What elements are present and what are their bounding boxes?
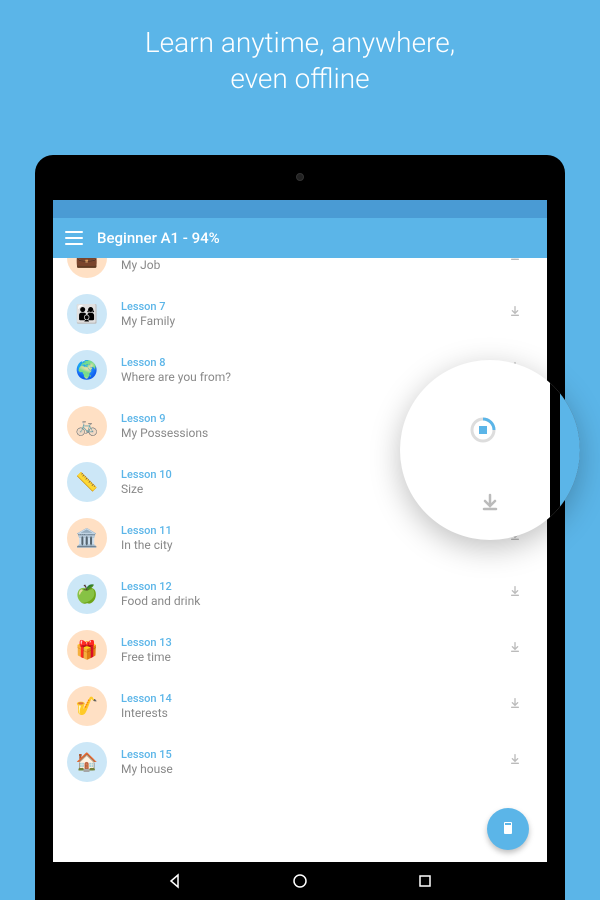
home-button[interactable] <box>290 871 310 891</box>
android-navbar <box>53 862 547 900</box>
recents-button[interactable] <box>415 871 435 891</box>
lesson-title: Interests <box>121 706 507 720</box>
promo-line1: Learn anytime, anywhere, <box>145 26 455 59</box>
lesson-row[interactable]: 🍏 Lesson 12Food and drink <box>53 566 547 622</box>
download-icon <box>478 491 502 515</box>
camera-dot <box>296 173 304 181</box>
lesson-icon: 🎁 <box>67 630 107 670</box>
lesson-label: Lesson 14 <box>121 692 507 705</box>
lesson-title: Food and drink <box>121 594 507 608</box>
lesson-label: Lesson 7 <box>121 300 507 313</box>
lesson-icon: 💼 <box>67 258 107 278</box>
lesson-text: Lesson 15My house <box>121 748 507 776</box>
lesson-icon: 🚲 <box>67 406 107 446</box>
zoom-magnifier <box>400 360 580 540</box>
app-bar: Beginner A1 - 94% <box>53 218 547 258</box>
promo-line2: even offline <box>230 62 369 95</box>
fab-button[interactable] <box>487 808 529 850</box>
lesson-list[interactable]: 💼 Lesson 6My Job 👨‍👩‍👦 Lesson 7My Family 🌍 Le… <box>53 258 547 862</box>
app-bar-title: Beginner A1 - 94% <box>97 229 220 247</box>
zoom-tablet-edge <box>550 360 580 540</box>
device-screen: Beginner A1 - 94% 💼 Lesson 6My Job 👨‍👩‍👦 Le… <box>53 200 547 900</box>
lesson-row[interactable]: 🎷 Lesson 14Interests <box>53 678 547 734</box>
download-button[interactable] <box>507 640 527 660</box>
lesson-text: Lesson 13Free time <box>121 636 507 664</box>
download-button[interactable] <box>507 752 527 772</box>
lesson-row[interactable]: 👨‍👩‍👦 Lesson 7My Family <box>53 286 547 342</box>
lesson-title: My Job <box>121 258 507 272</box>
bookmark-icon <box>500 820 516 838</box>
lesson-icon: 🎷 <box>67 686 107 726</box>
lesson-title: My Family <box>121 314 507 328</box>
download-button[interactable] <box>507 258 527 268</box>
download-button[interactable] <box>507 696 527 716</box>
lesson-icon: 🏠 <box>67 742 107 782</box>
promo-headline: Learn anytime, anywhere, even offline <box>0 0 600 118</box>
lesson-text: Lesson 12Food and drink <box>121 580 507 608</box>
lesson-label: Lesson 12 <box>121 580 507 593</box>
lesson-text: Lesson 14Interests <box>121 692 507 720</box>
back-button[interactable] <box>165 871 185 891</box>
lesson-text: Lesson 7My Family <box>121 300 507 328</box>
lesson-row[interactable]: 💼 Lesson 6My Job <box>53 258 547 286</box>
lesson-title: My house <box>121 762 507 776</box>
lesson-icon: 🌍 <box>67 350 107 390</box>
lesson-icon: 📏 <box>67 462 107 502</box>
download-button[interactable] <box>507 304 527 324</box>
lesson-text: Lesson 6My Job <box>121 258 507 272</box>
download-button[interactable] <box>507 584 527 604</box>
lesson-row[interactable]: 🎁 Lesson 13Free time <box>53 622 547 678</box>
lesson-icon: 🍏 <box>67 574 107 614</box>
lesson-icon: 🏛️ <box>67 518 107 558</box>
lesson-title: Free time <box>121 650 507 664</box>
lesson-label: Lesson 13 <box>121 636 507 649</box>
lesson-row[interactable]: 🏠 Lesson 15My house <box>53 734 547 790</box>
lesson-title: In the city <box>121 538 507 552</box>
download-progress-icon <box>468 415 498 445</box>
lesson-icon: 👨‍👩‍👦 <box>67 294 107 334</box>
android-statusbar <box>53 200 547 218</box>
hamburger-menu-icon[interactable] <box>65 231 83 245</box>
lesson-label: Lesson 15 <box>121 748 507 761</box>
